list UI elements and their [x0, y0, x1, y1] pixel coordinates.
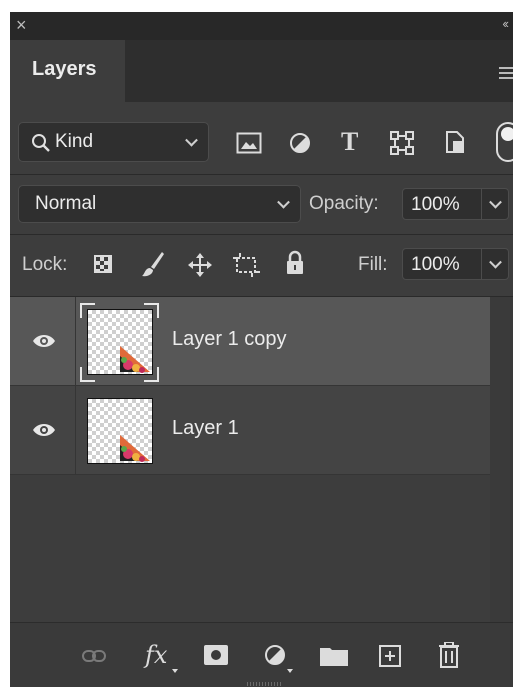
kind-filter-label: Kind [55, 131, 94, 152]
adjustment-menu-indicator [287, 669, 293, 673]
divider [10, 234, 513, 235]
layer-row-layer-1-copy[interactable]: Layer 1 copy [10, 297, 490, 386]
mask-icon[interactable] [204, 645, 228, 665]
eye-icon[interactable] [32, 422, 56, 438]
fx-menu-indicator [172, 669, 178, 673]
chevron-down-icon [489, 195, 502, 209]
panel-header-strip: × ‹‹ [10, 12, 513, 40]
adjustment-filter-icon[interactable] [289, 132, 311, 154]
lock-all-icon[interactable] [285, 250, 305, 276]
layer-row-layer-1[interactable]: Layer 1 [10, 386, 490, 475]
bottom-toolbar: fx [10, 622, 513, 687]
fx-icon[interactable]: fx [145, 641, 167, 669]
chevron-down-icon [277, 195, 290, 209]
link-icon[interactable] [82, 649, 106, 663]
smart-selection-corner [80, 367, 95, 382]
divider [10, 174, 513, 175]
opacity-value: 100% [411, 194, 460, 215]
panel-menu-icon[interactable] [499, 67, 513, 79]
layer-name[interactable]: Layer 1 copy [172, 328, 287, 351]
chevron-down-icon [185, 133, 198, 147]
shape-filter-icon[interactable] [390, 131, 414, 155]
new-layer-icon[interactable] [379, 645, 401, 667]
tab-layers[interactable]: Layers [10, 40, 125, 102]
chevron-down-icon [489, 255, 502, 269]
blend-mode-dropdown[interactable]: Normal [18, 185, 301, 223]
smart-selection-corner [80, 303, 95, 318]
search-icon [32, 134, 50, 152]
layers-panel: × ‹‹ Layers Kind T Normal Opacity: 100% … [10, 12, 513, 687]
smart-selection-corner [144, 303, 159, 318]
lock-image-pixels-icon[interactable] [141, 250, 165, 278]
lock-transparent-pixels-icon[interactable] [93, 254, 113, 274]
tab-bar: Layers [10, 40, 513, 102]
smart-object-filter-icon[interactable] [445, 130, 465, 154]
lock-artboard-icon[interactable] [232, 252, 262, 278]
layer-name[interactable]: Layer 1 [172, 417, 239, 440]
opacity-dropdown-button[interactable] [481, 188, 509, 220]
layer-thumbnail [87, 309, 153, 375]
empty-layers-space [10, 475, 490, 622]
smart-selection-corner [144, 367, 159, 382]
opacity-label: Opacity: [309, 193, 379, 214]
kind-filter-dropdown[interactable]: Kind [18, 122, 209, 162]
folder-icon[interactable] [320, 646, 348, 666]
eye-icon[interactable] [32, 333, 56, 349]
opacity-input[interactable]: 100% [402, 188, 482, 220]
scrollbar-track[interactable] [490, 297, 513, 622]
image-filter-icon[interactable] [236, 132, 262, 154]
blend-mode-label: Normal [35, 193, 97, 214]
adjustment-layer-icon[interactable] [264, 644, 286, 666]
close-icon[interactable]: × [16, 15, 27, 35]
fill-dropdown-button[interactable] [481, 248, 509, 280]
resize-grip[interactable] [247, 682, 283, 686]
collapse-icon[interactable]: ‹‹ [502, 16, 509, 31]
tab-layers-label: Layers [32, 58, 97, 80]
trash-icon[interactable] [438, 642, 460, 668]
visibility-column [10, 297, 76, 385]
filter-toggle-switch[interactable] [496, 122, 513, 162]
lock-position-icon[interactable] [187, 252, 213, 278]
fill-value: 100% [411, 254, 460, 275]
layers-list: Layer 1 copy Layer 1 [10, 297, 490, 622]
visibility-column [10, 386, 76, 474]
fill-input[interactable]: 100% [402, 248, 482, 280]
fill-label: Fill: [358, 254, 388, 275]
layer-thumbnail [87, 398, 153, 464]
type-filter-icon[interactable]: T [341, 127, 358, 157]
lock-label: Lock: [22, 254, 68, 275]
